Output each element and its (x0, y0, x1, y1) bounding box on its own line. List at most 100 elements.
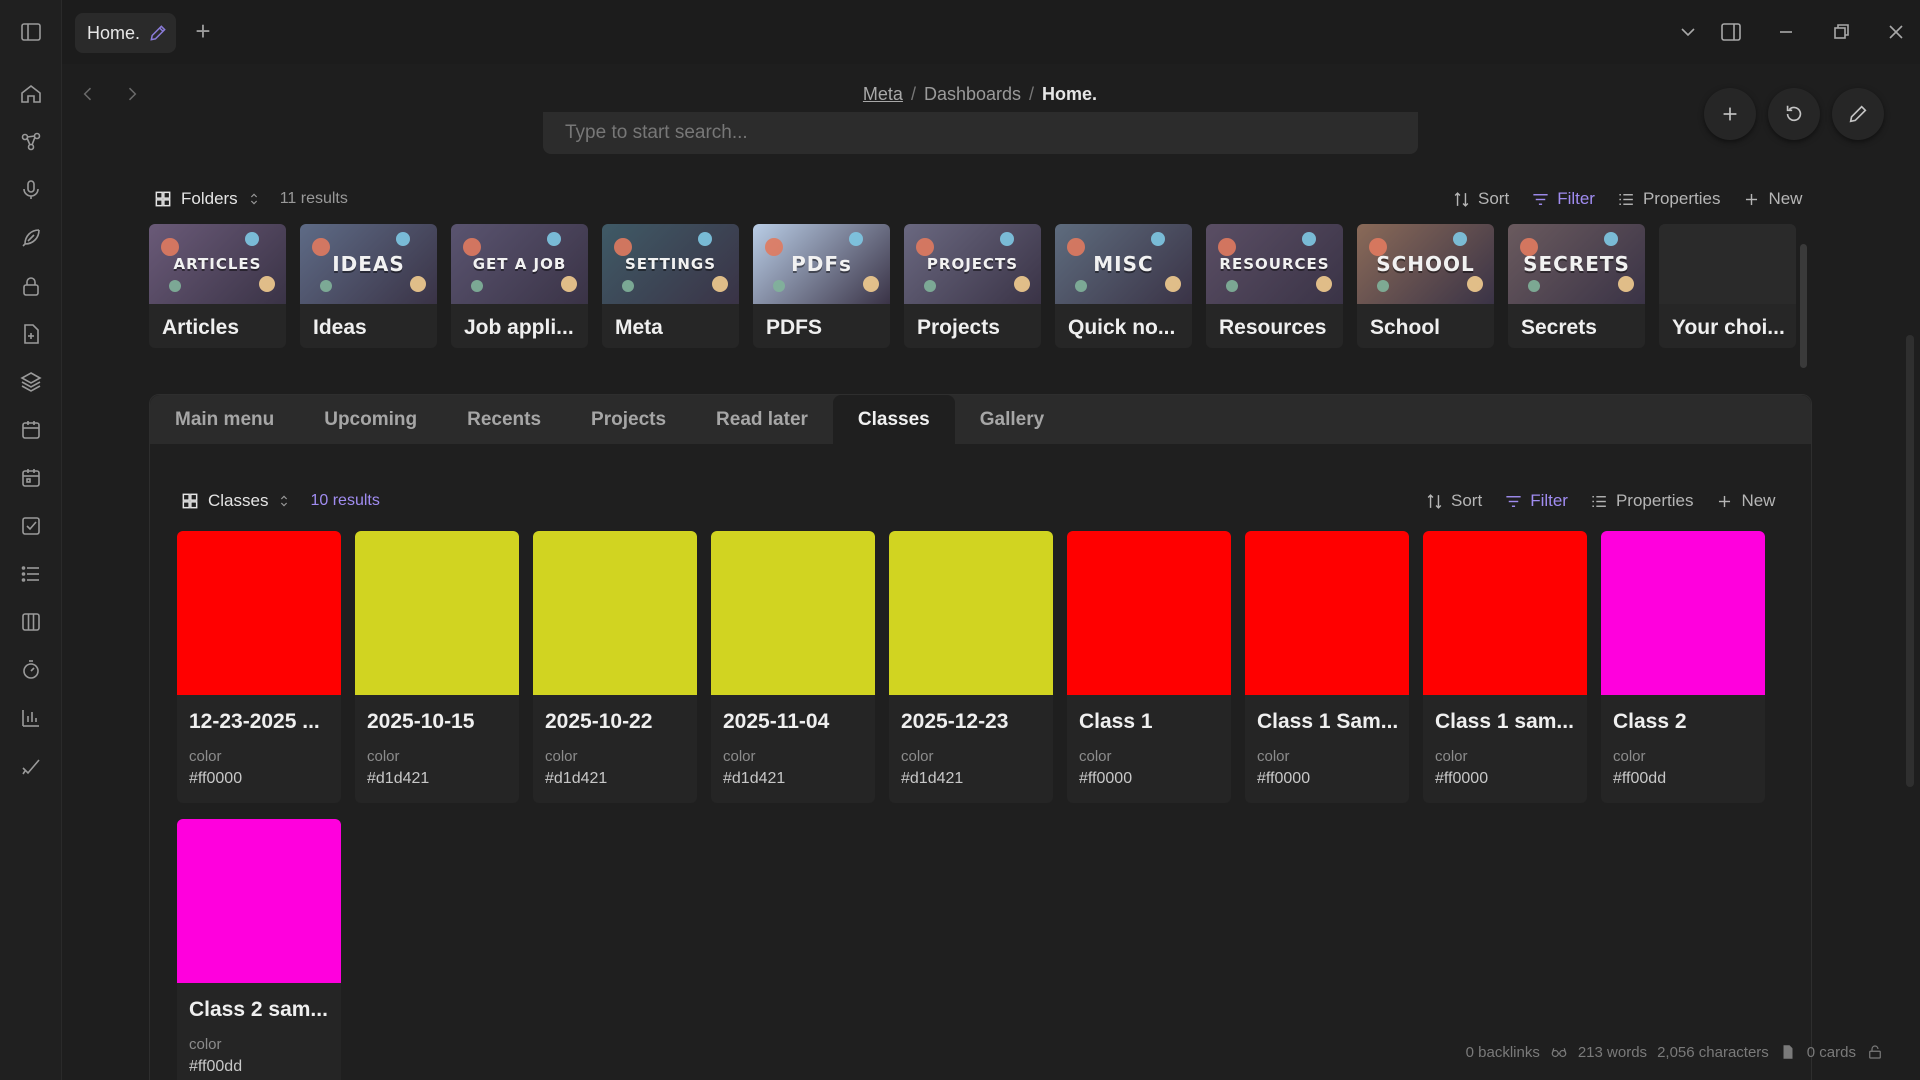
class-card[interactable]: 2025-12-23 color #d1d421 (889, 531, 1053, 803)
feather-icon[interactable] (19, 226, 43, 250)
folder-card[interactable]: ARTICLES Articles (149, 224, 286, 348)
tab-upcoming[interactable]: Upcoming (299, 395, 442, 444)
tab-projects[interactable]: Projects (566, 395, 691, 444)
calendar-icon[interactable] (19, 418, 43, 442)
folders-view-selector[interactable]: Folders (153, 189, 262, 209)
search-input[interactable]: Type to start search... (543, 112, 1418, 154)
property-value: #ff0000 (189, 770, 243, 787)
folder-card[interactable]: IDEAS Ideas (300, 224, 437, 348)
classes-view-selector[interactable]: Classes (180, 491, 292, 511)
folder-card[interactable]: PDFs PDFS (753, 224, 890, 348)
class-card[interactable]: Class 1 Sam... color #ff0000 (1245, 531, 1409, 803)
breadcrumb-meta[interactable]: Meta (863, 84, 903, 104)
new-tab-button[interactable]: + (190, 18, 216, 44)
check-brush-icon[interactable] (19, 754, 43, 778)
sidebar-toggle-icon[interactable] (19, 20, 43, 44)
main-scrollbar[interactable] (1906, 335, 1914, 787)
folder-card[interactable]: GET A JOB Job appli... (451, 224, 588, 348)
classes-filter-button[interactable]: Filter (1504, 491, 1568, 511)
add-button[interactable] (1704, 88, 1756, 140)
right-sidebar-icon[interactable] (1719, 20, 1743, 44)
glasses-icon (1550, 1043, 1568, 1061)
cover-word: PROJECTS (926, 255, 1019, 273)
cover-word: SECRETS (1523, 252, 1630, 276)
cover-decoration (471, 280, 483, 292)
kanban-icon[interactable] (19, 610, 43, 634)
edit-button[interactable] (1832, 88, 1884, 140)
cover-decoration (1151, 232, 1165, 246)
classes-new-button[interactable]: New (1715, 491, 1775, 511)
cover-decoration (916, 238, 934, 256)
backlinks-count[interactable]: 0 backlinks (1466, 1044, 1540, 1061)
class-card-title: 12-23-2025 ... (189, 710, 320, 733)
sync-lock-icon[interactable] (1866, 1043, 1884, 1061)
class-card-title: 2025-11-04 (723, 710, 830, 733)
class-card-title: Class 2 (1613, 710, 1687, 733)
class-card[interactable]: 2025-11-04 color #d1d421 (711, 531, 875, 803)
graph-view-icon[interactable] (19, 130, 43, 154)
folder-card[interactable]: Your choi... (1659, 224, 1796, 348)
property-value: #d1d421 (901, 770, 964, 787)
folder-card[interactable]: PROJECTS Projects (904, 224, 1041, 348)
close-icon[interactable] (1884, 20, 1908, 44)
folder-card[interactable]: SCHOOL School (1357, 224, 1494, 348)
folders-scrollbar[interactable] (1800, 244, 1807, 368)
calendar-day-icon[interactable] (19, 466, 43, 490)
tab-main-menu[interactable]: Main menu (150, 395, 299, 444)
class-card[interactable]: Class 1 sam... color #ff0000 (1423, 531, 1587, 803)
folder-card[interactable]: MISC Quick no... (1055, 224, 1192, 348)
tab-gallery[interactable]: Gallery (955, 395, 1069, 444)
cover-decoration (1377, 280, 1389, 292)
lock-icon[interactable] (19, 274, 43, 298)
tab-recents[interactable]: Recents (442, 395, 566, 444)
folders-properties-button[interactable]: Properties (1617, 189, 1720, 209)
classes-sort-button[interactable]: Sort (1425, 491, 1482, 511)
refresh-button[interactable] (1768, 88, 1820, 140)
cover-decoration (622, 280, 634, 292)
breadcrumb-separator: / (1029, 84, 1035, 104)
minimize-icon[interactable] (1774, 20, 1798, 44)
tab-read-later[interactable]: Read later (691, 395, 833, 444)
tab-classes[interactable]: Classes (832, 395, 955, 444)
layers-icon[interactable] (19, 370, 43, 394)
left-ribbon (0, 0, 62, 1080)
folders-sort-button[interactable]: Sort (1452, 189, 1509, 209)
class-card[interactable]: Class 1 color #ff0000 (1067, 531, 1231, 803)
folders-filter-button[interactable]: Filter (1531, 189, 1595, 209)
cover-decoration (1520, 238, 1538, 256)
property-label: color (545, 748, 578, 765)
class-card[interactable]: 2025-10-22 color #d1d421 (533, 531, 697, 803)
class-card[interactable]: Class 2 color #ff00dd (1601, 531, 1765, 803)
checkbox-icon[interactable] (19, 514, 43, 538)
folder-card[interactable]: RESOURCES Resources (1206, 224, 1343, 348)
class-card-title: Class 1 sam... (1435, 710, 1574, 733)
class-card[interactable]: 12-23-2025 ... color #ff0000 (177, 531, 341, 803)
cover-decoration (849, 232, 863, 246)
bar-chart-icon[interactable] (19, 706, 43, 730)
restore-icon[interactable] (1829, 20, 1853, 44)
cover-decoration (1618, 276, 1634, 292)
folders-new-label: New (1768, 189, 1803, 208)
timer-icon[interactable] (19, 658, 43, 682)
color-swatch (355, 531, 519, 695)
cover-decoration (1165, 276, 1181, 292)
plus-icon (1723, 107, 1737, 121)
tab-home[interactable]: Home. (75, 13, 176, 53)
chevron-down-icon[interactable] (1676, 20, 1700, 44)
cover-decoration (1369, 238, 1387, 256)
class-card[interactable]: 2025-10-15 color #d1d421 (355, 531, 519, 803)
word-count: 213 words (1577, 1043, 1648, 1061)
folder-cover-image: PDFs (753, 224, 890, 304)
folder-card-title: Resources (1219, 316, 1327, 339)
cover-decoration (1067, 238, 1085, 256)
classes-properties-button[interactable]: Properties (1590, 491, 1693, 511)
folder-card-title: Articles (162, 316, 240, 339)
class-card[interactable]: Class 2 sam... color #ff00dd (177, 819, 341, 1080)
folders-new-button[interactable]: New (1742, 189, 1802, 209)
breadcrumb-dashboards[interactable]: Dashboards (924, 84, 1021, 104)
microphone-icon[interactable] (19, 178, 43, 202)
folder-card[interactable]: SECRETS Secrets (1508, 224, 1645, 348)
folder-card[interactable]: SETTINGS Meta (602, 224, 739, 348)
list-icon[interactable] (19, 562, 43, 586)
new-file-icon[interactable] (19, 322, 43, 346)
